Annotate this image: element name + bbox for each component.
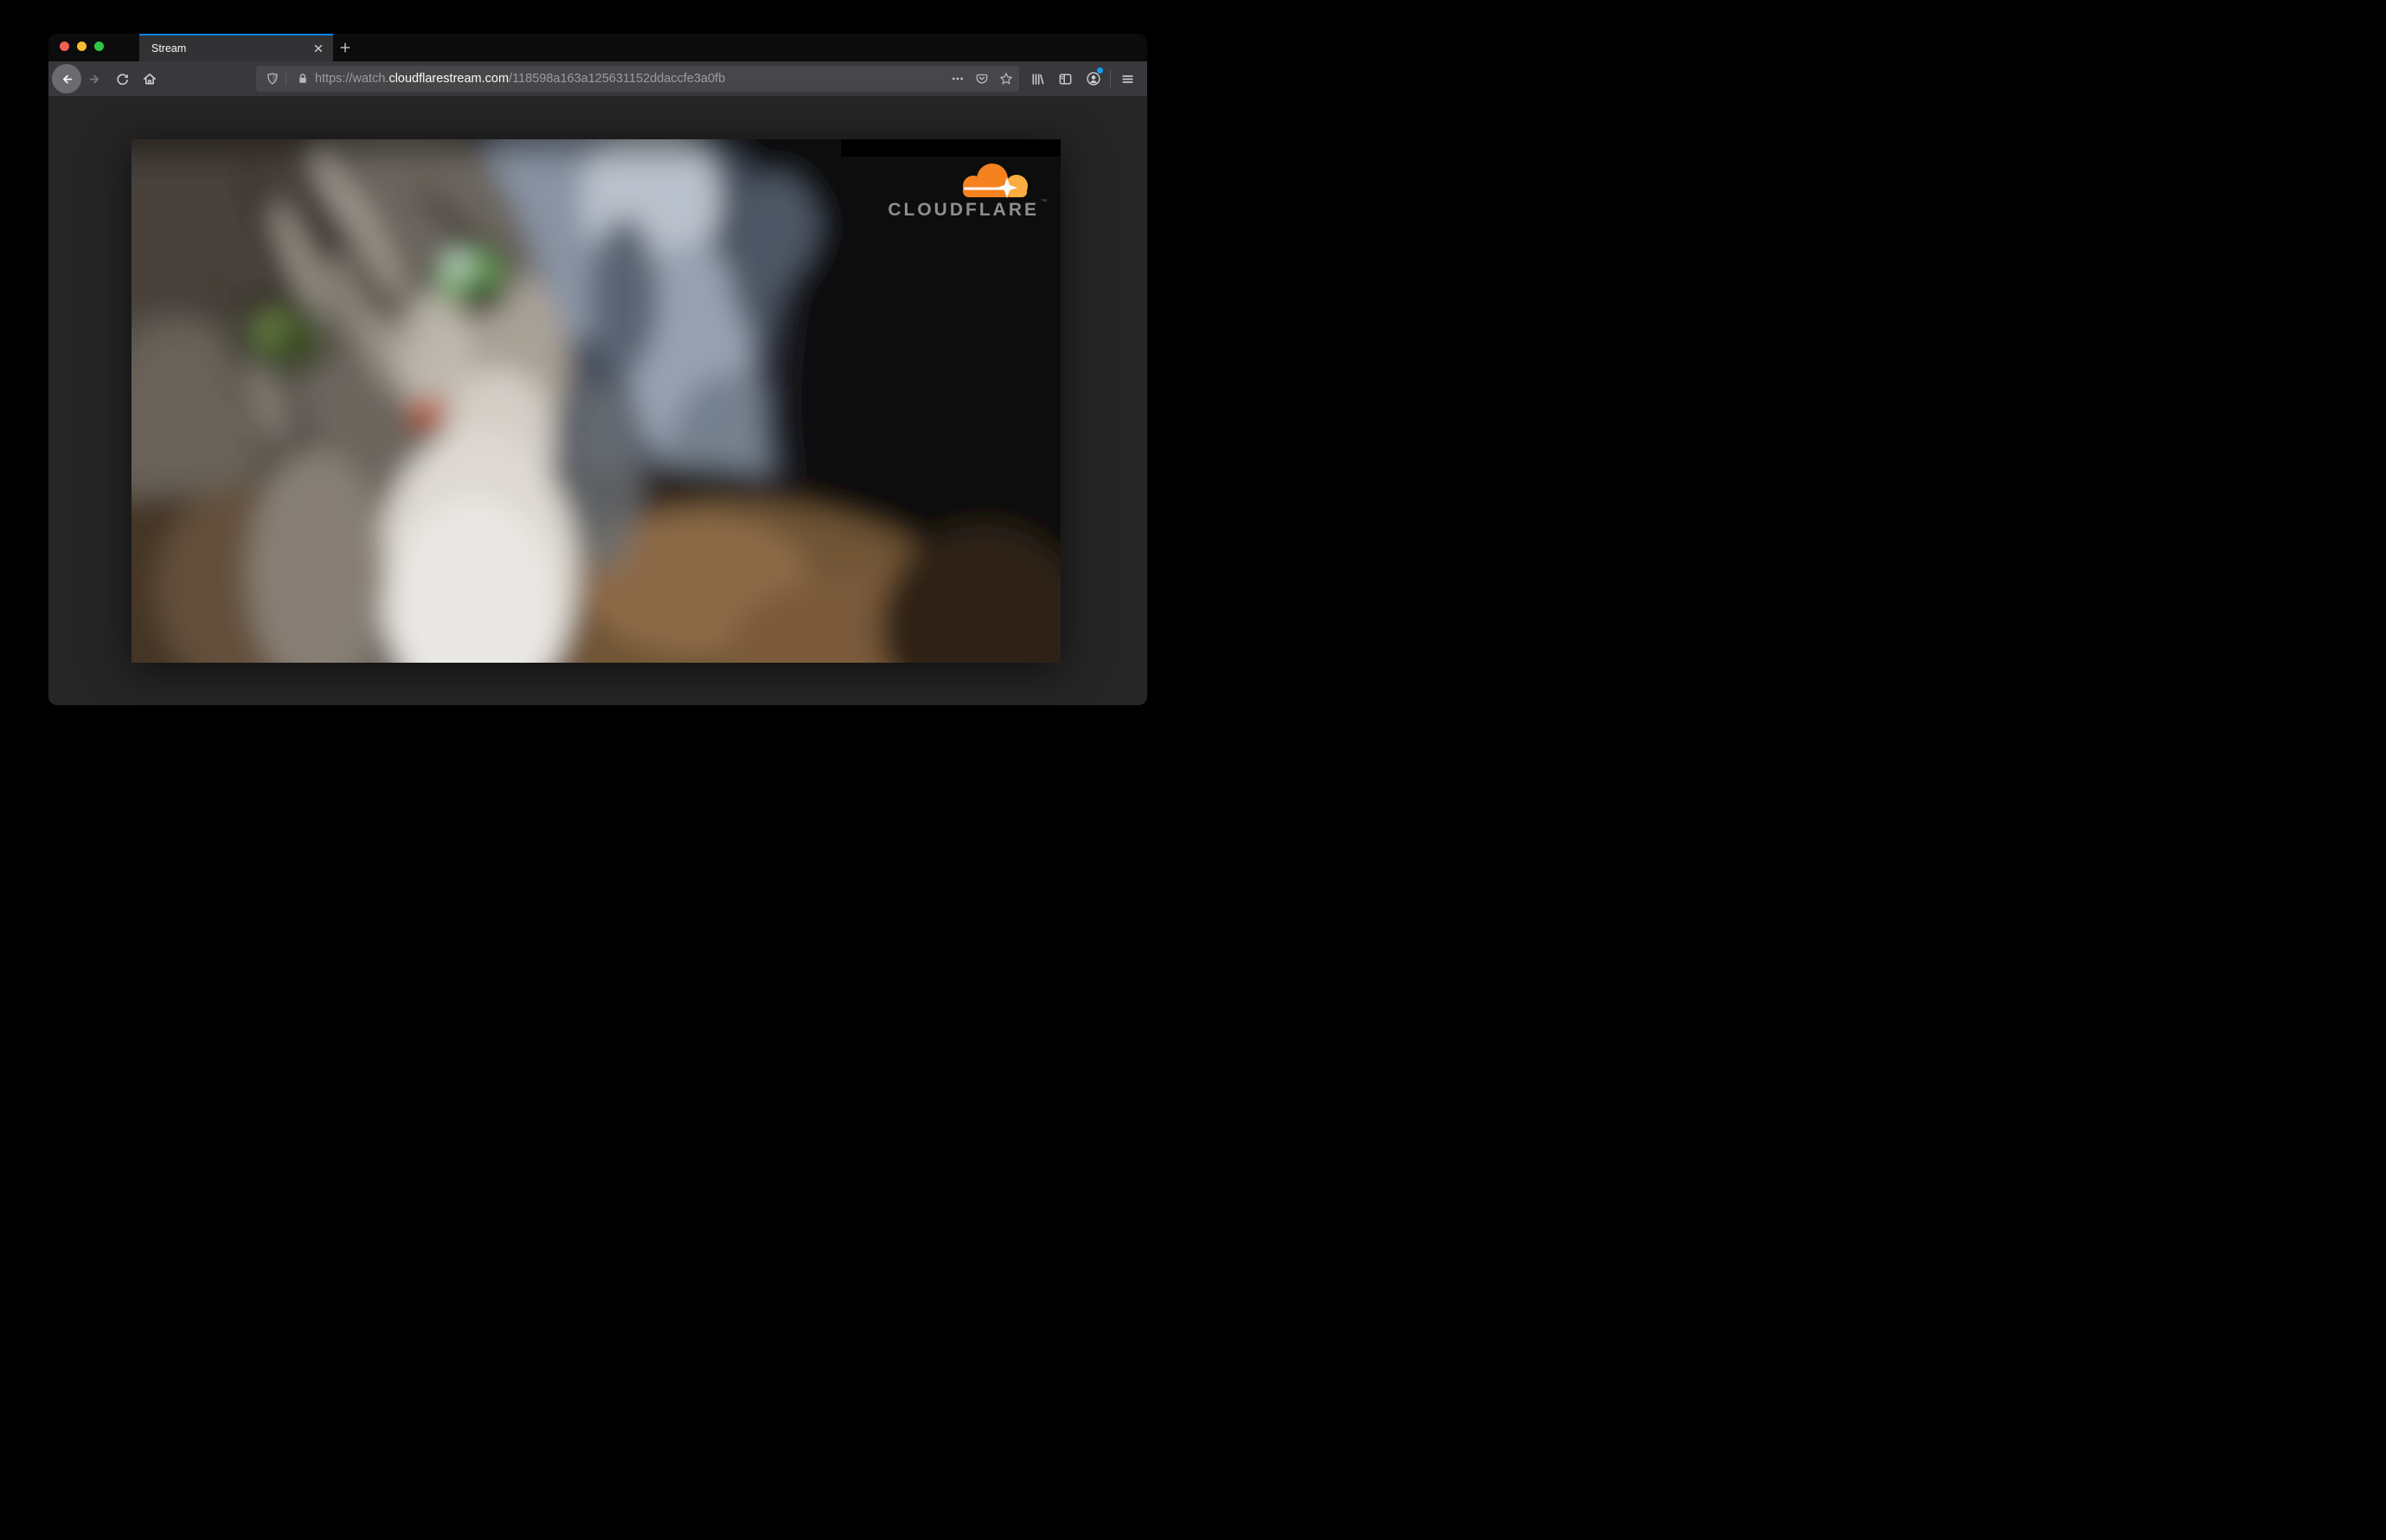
sidebar-button[interactable] — [1055, 68, 1075, 89]
video-frame-cat: CLOUDFLARE ™ — [131, 139, 1061, 663]
url-prefix: https://watch. — [315, 72, 389, 86]
home-icon — [143, 73, 157, 85]
page-actions-ellipsis-icon[interactable] — [951, 72, 965, 86]
tab-title: Stream — [151, 42, 187, 55]
url-domain: cloudflarestream.com — [388, 72, 510, 86]
sidebar-icon — [1059, 74, 1071, 84]
tab-stream[interactable]: Stream — [139, 34, 333, 61]
url-path: /118598a163a125631152ddaccfe3a0fb — [509, 72, 726, 86]
home-button[interactable] — [139, 68, 160, 89]
lock-icon[interactable] — [296, 72, 310, 86]
menu-button[interactable] — [1117, 68, 1138, 89]
page-content: CLOUDFLARE ™ — [48, 96, 1147, 705]
desktop-background: { "browser": { "tab": { "title": "Stream… — [0, 0, 1193, 770]
reload-icon — [116, 73, 128, 85]
back-button[interactable] — [52, 64, 81, 93]
library-icon — [1031, 73, 1043, 85]
cloudflare-wordmark: CLOUDFLARE — [888, 200, 1039, 220]
account-notification-dot — [1097, 67, 1103, 74]
url-text[interactable]: https://watch.cloudflarestream.com/11859… — [315, 66, 725, 92]
tab-close-icon[interactable] — [311, 42, 325, 55]
video-player[interactable]: CLOUDFLARE ™ — [131, 139, 1061, 663]
urlbar-divider — [285, 72, 286, 86]
toolbar-divider — [1110, 70, 1111, 87]
tracking-protection-shield-icon[interactable] — [266, 72, 279, 86]
tab-strip: Stream — [48, 34, 1147, 61]
forward-icon — [89, 74, 99, 83]
pocket-icon[interactable] — [975, 72, 989, 86]
minimize-window-icon[interactable] — [77, 42, 87, 51]
forward-button[interactable] — [84, 68, 105, 89]
address-bar[interactable]: https://watch.cloudflarestream.com/11859… — [256, 66, 1019, 92]
library-button[interactable] — [1027, 68, 1048, 89]
reload-button[interactable] — [112, 68, 132, 89]
browser-window: Stream https://watch.cloudflarestream.co… — [48, 34, 1147, 705]
navigation-toolbar: https://watch.cloudflarestream.com/11859… — [48, 61, 1147, 96]
new-tab-button[interactable] — [336, 38, 355, 57]
cloudflare-trademark: ™ — [1041, 199, 1047, 205]
bookmark-star-icon[interactable] — [999, 72, 1013, 86]
zoom-window-icon[interactable] — [94, 42, 104, 51]
menu-hamburger-icon — [1121, 74, 1133, 83]
plus-icon — [340, 42, 350, 53]
close-window-icon[interactable] — [60, 42, 69, 51]
back-icon — [62, 74, 72, 83]
